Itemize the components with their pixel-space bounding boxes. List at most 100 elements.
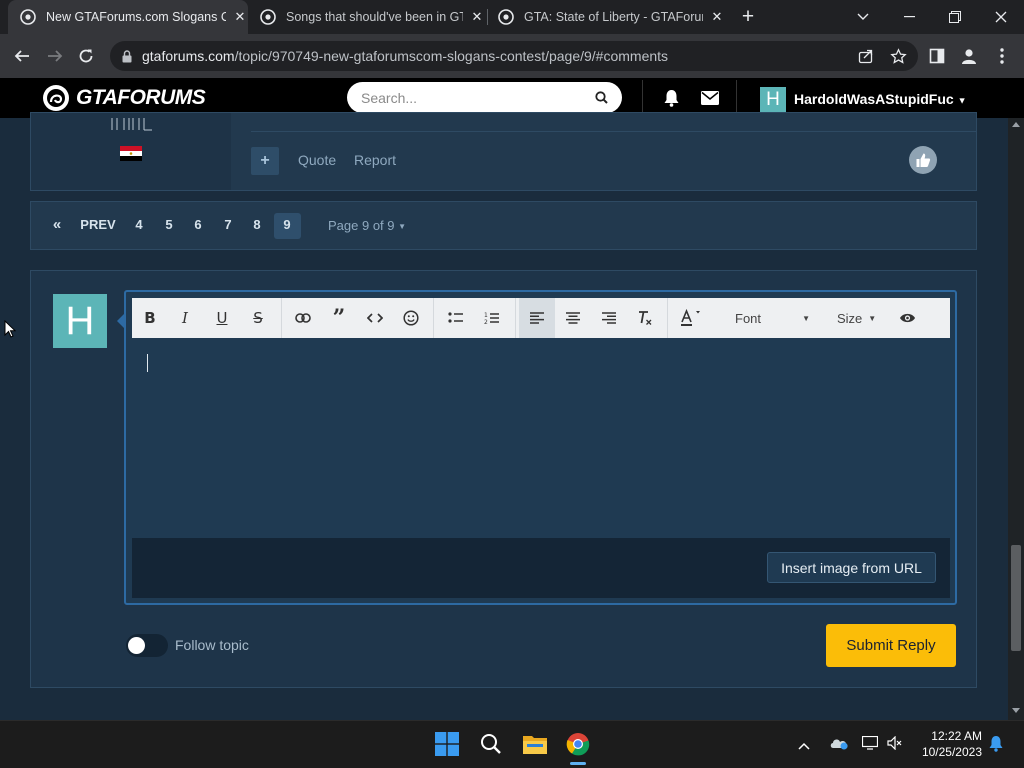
taskbar-search-icon[interactable] bbox=[476, 729, 506, 759]
minimize-icon[interactable] bbox=[886, 0, 932, 34]
page-link-9-current[interactable]: 9 bbox=[280, 217, 294, 232]
align-center-icon[interactable] bbox=[559, 305, 587, 331]
tab-songs[interactable]: Songs that should've been in GTA ✕ bbox=[250, 0, 485, 34]
bulleted-list-icon[interactable] bbox=[442, 305, 470, 331]
page-jump-dropdown[interactable]: Page 9 of 9 ▼ bbox=[328, 218, 406, 233]
svg-text:1: 1 bbox=[484, 312, 488, 319]
share-icon[interactable] bbox=[851, 41, 881, 71]
notifications-bell-icon[interactable] bbox=[663, 89, 680, 112]
search-icon[interactable] bbox=[595, 91, 608, 104]
size-dropdown-label: Size bbox=[837, 310, 863, 326]
scroll-thumb[interactable] bbox=[1011, 545, 1021, 651]
active-app-indicator bbox=[570, 762, 586, 765]
gtaforums-favicon bbox=[498, 9, 514, 25]
tab-state-of-liberty[interactable]: GTA: State of Liberty - GTAForum ✕ bbox=[490, 0, 725, 34]
numbered-list-icon[interactable]: 12 bbox=[478, 305, 506, 331]
insert-image-url-button[interactable]: Insert image from URL bbox=[767, 552, 936, 583]
restore-icon[interactable] bbox=[932, 0, 978, 34]
close-window-icon[interactable] bbox=[978, 0, 1024, 34]
underline-icon[interactable]: U bbox=[208, 305, 236, 331]
text-color-icon[interactable] bbox=[676, 305, 704, 331]
preview-eye-icon[interactable] bbox=[893, 305, 921, 331]
gtaforums-logo-icon bbox=[43, 85, 69, 111]
scroll-up-arrow-icon[interactable] bbox=[1012, 122, 1020, 127]
clock-date: 10/25/2023 bbox=[921, 745, 982, 759]
tab-search-chevron-icon[interactable] bbox=[840, 0, 886, 34]
quote-link[interactable]: Quote bbox=[298, 152, 336, 168]
display-network-icon[interactable] bbox=[861, 735, 879, 755]
chrome-icon[interactable] bbox=[563, 729, 593, 759]
toolbar-separator bbox=[667, 298, 668, 338]
address-bar[interactable]: gtaforums.com/topic/970749-new-gtaforums… bbox=[110, 41, 918, 71]
caret-down-icon: ▼ bbox=[802, 313, 810, 323]
username-label: HardoldWasAStupidFuc bbox=[794, 91, 954, 107]
site-logo[interactable]: GTAFORUMS bbox=[42, 84, 206, 112]
notification-bell-icon[interactable] bbox=[988, 735, 1004, 757]
url-text[interactable]: gtaforums.com/topic/970749-new-gtaforums… bbox=[142, 48, 668, 64]
browser-menu-icon[interactable] bbox=[987, 41, 1017, 71]
url-path: /topic/970749-new-gtaforumscom-slogans-c… bbox=[234, 48, 669, 64]
report-link[interactable]: Report bbox=[354, 152, 396, 168]
url-domain: gtaforums.com bbox=[142, 48, 235, 64]
lock-icon[interactable] bbox=[122, 49, 132, 63]
windows-start-icon[interactable] bbox=[432, 729, 462, 759]
toolbar-separator bbox=[281, 298, 282, 338]
follow-topic-label: Follow topic bbox=[175, 637, 249, 653]
close-tab-icon[interactable]: ✕ bbox=[232, 9, 248, 25]
gtaforums-favicon bbox=[260, 9, 276, 25]
gtaforums-favicon bbox=[20, 9, 36, 25]
page-link-6[interactable]: 6 bbox=[191, 217, 205, 232]
tab-title: New GTAForums.com Slogans Co bbox=[46, 10, 226, 24]
italic-icon[interactable]: I bbox=[171, 305, 199, 331]
editor-pointer-arrow bbox=[117, 314, 124, 328]
close-tab-icon[interactable]: ✕ bbox=[469, 9, 485, 25]
user-avatar[interactable]: H bbox=[760, 87, 786, 113]
remove-format-icon[interactable] bbox=[631, 305, 659, 331]
font-dropdown[interactable]: Font ▼ bbox=[722, 305, 810, 331]
username-menu[interactable]: HardoldWasAStupidFuc ▼ bbox=[794, 91, 967, 107]
messages-envelope-icon[interactable] bbox=[701, 91, 719, 110]
emoji-icon[interactable] bbox=[397, 305, 425, 331]
multiquote-plus-button[interactable]: + bbox=[251, 147, 279, 175]
size-dropdown[interactable]: Size ▼ bbox=[830, 305, 876, 331]
page-link-4[interactable]: 4 bbox=[132, 217, 146, 232]
profile-icon[interactable] bbox=[954, 41, 984, 71]
align-right-icon[interactable] bbox=[595, 305, 623, 331]
prev-page-link[interactable]: PREV bbox=[80, 217, 116, 232]
first-page-icon[interactable]: « bbox=[50, 216, 64, 233]
onedrive-cloud-icon[interactable] bbox=[829, 736, 849, 755]
volume-muted-icon[interactable] bbox=[887, 735, 903, 755]
reply-text-area[interactable] bbox=[132, 338, 950, 538]
forward-arrow-icon[interactable] bbox=[40, 41, 70, 71]
reply-user-avatar[interactable]: H bbox=[53, 294, 107, 348]
quote-icon[interactable]: ” bbox=[325, 305, 353, 331]
page-link-5[interactable]: 5 bbox=[162, 217, 176, 232]
bold-icon[interactable]: B bbox=[136, 305, 164, 331]
show-hidden-icons-chevron[interactable] bbox=[798, 737, 810, 755]
page-link-7[interactable]: 7 bbox=[221, 217, 235, 232]
page-link-8[interactable]: 8 bbox=[250, 217, 264, 232]
country-flag-icon bbox=[120, 146, 142, 166]
tab-title: Songs that should've been in GTA bbox=[286, 10, 463, 24]
new-tab-icon[interactable]: + bbox=[737, 5, 759, 29]
bookmark-star-icon[interactable] bbox=[883, 41, 913, 71]
scroll-down-arrow-icon[interactable] bbox=[1012, 708, 1020, 713]
strikethrough-icon[interactable]: S bbox=[244, 305, 272, 331]
toolbar-separator bbox=[515, 298, 516, 338]
logo-text: GTAFORUMS bbox=[76, 86, 206, 109]
reload-icon[interactable] bbox=[71, 41, 101, 71]
side-panel-icon[interactable] bbox=[922, 41, 952, 71]
code-icon[interactable] bbox=[361, 305, 389, 331]
react-thumbs-up-icon[interactable] bbox=[909, 146, 937, 174]
taskbar-clock[interactable]: 12:22 AM 10/25/2023 bbox=[910, 728, 982, 760]
submit-reply-button[interactable]: Submit Reply bbox=[826, 624, 956, 667]
search-input[interactable] bbox=[361, 89, 595, 106]
file-explorer-icon[interactable] bbox=[520, 729, 550, 759]
tab-slogans-contest[interactable]: New GTAForums.com Slogans Co ✕ bbox=[8, 0, 248, 34]
site-search[interactable] bbox=[347, 82, 622, 113]
link-icon[interactable] bbox=[289, 305, 317, 331]
align-left-icon[interactable] bbox=[523, 305, 551, 331]
back-arrow-icon[interactable] bbox=[7, 41, 37, 71]
toggle-knob bbox=[128, 637, 145, 654]
close-tab-icon[interactable]: ✕ bbox=[709, 9, 725, 25]
